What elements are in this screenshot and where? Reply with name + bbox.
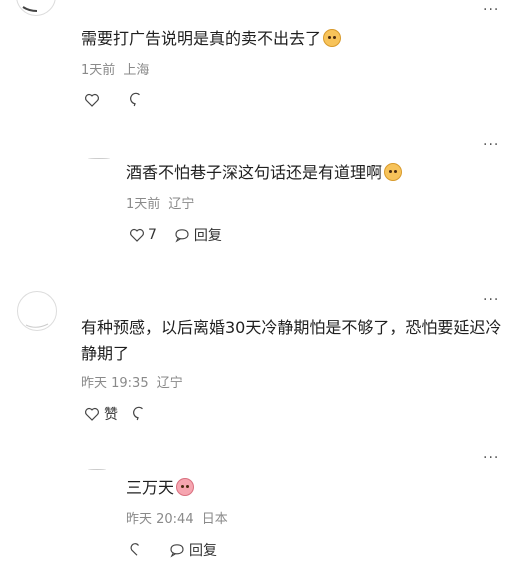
comment-location: 上海	[123, 63, 150, 78]
avatar[interactable]	[88, 469, 106, 470]
comment-text-content: 三万天	[126, 478, 175, 497]
comment-actions	[83, 91, 163, 109]
like-button[interactable]	[83, 91, 101, 109]
reply-button[interactable]: 回复	[173, 225, 222, 245]
like-button[interactable]: 赞	[83, 404, 118, 424]
comment-text: 需要打广告说明是真的卖不出去了	[81, 26, 342, 52]
comment-bubble-icon	[133, 406, 143, 421]
avatar[interactable]	[17, 291, 57, 331]
comment-text: 三万天	[126, 475, 195, 501]
comment-text-content: 有种预感，以后离婚30天冷静期怕是不够了，恐怕要延迟冷静期了	[81, 318, 502, 363]
heart-icon	[130, 543, 139, 556]
comment-meta: 1天前 上海	[81, 62, 149, 80]
comment-actions: 7 回复	[128, 225, 238, 245]
more-options-button[interactable]: ···	[483, 451, 499, 465]
like-button[interactable]: 7	[128, 226, 157, 244]
comment-actions: 赞	[83, 404, 166, 424]
like-count: 7	[148, 227, 157, 243]
heart-icon	[85, 93, 99, 107]
comment-time: 昨天 20:44	[126, 512, 194, 527]
comment-time: 昨天 19:35	[81, 376, 149, 391]
avatar[interactable]	[88, 158, 110, 159]
comment-time: 1天前	[126, 197, 161, 212]
comment-time: 1天前	[81, 63, 116, 78]
comment-location: 日本	[201, 512, 228, 527]
like-label: 赞	[104, 407, 118, 423]
comment-bubble-icon	[170, 544, 184, 558]
reply-button[interactable]: 回复	[168, 540, 217, 560]
crying-face-emoji-icon	[176, 478, 195, 496]
more-options-button[interactable]: ···	[483, 138, 499, 152]
avatar[interactable]	[16, 0, 56, 16]
comment-meta: 昨天 19:35 辽宁	[81, 375, 183, 393]
comment-text-content: 酒香不怕巷子深这句话还是有道理啊	[126, 163, 383, 182]
more-options-button[interactable]: ···	[483, 3, 499, 17]
comment-text-content: 需要打广告说明是真的卖不出去了	[81, 29, 322, 48]
heart-icon	[130, 228, 144, 242]
comment-meta: 1天前 辽宁	[126, 196, 194, 214]
comment-bubble-icon	[130, 92, 140, 107]
reply-button[interactable]	[129, 91, 147, 109]
heart-icon	[85, 407, 99, 421]
comment-location: 辽宁	[168, 197, 195, 212]
reply-label: 回复	[189, 543, 217, 559]
reply-button[interactable]	[132, 405, 150, 423]
face-emoji-icon	[384, 163, 403, 181]
comment-text: 酒香不怕巷子深这句话还是有道理啊	[126, 160, 403, 186]
more-options-button[interactable]: ···	[483, 293, 499, 307]
comment-location: 辽宁	[156, 376, 183, 391]
face-emoji-icon	[323, 29, 342, 47]
reply-label: 回复	[193, 228, 222, 244]
comment-text: 有种预感，以后离婚30天冷静期怕是不够了，恐怕要延迟冷静期了	[81, 315, 511, 367]
comment-bubble-icon	[175, 229, 189, 243]
comment-actions: 回复	[128, 540, 233, 560]
like-button[interactable]	[128, 541, 146, 559]
comment-meta: 昨天 20:44 日本	[126, 511, 228, 529]
